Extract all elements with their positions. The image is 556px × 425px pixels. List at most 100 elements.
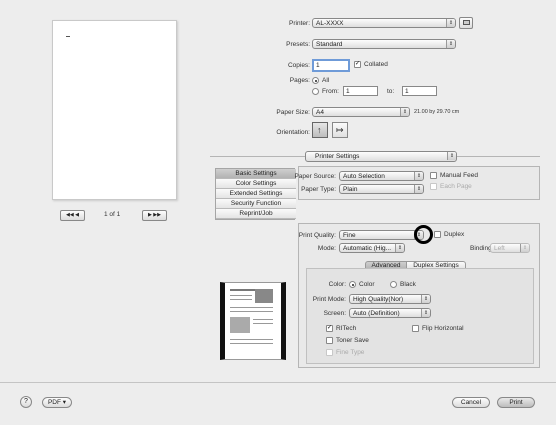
help-icon: ? xyxy=(24,398,28,405)
landscape-icon: ↦ xyxy=(336,125,344,135)
duplex-label: Duplex xyxy=(444,231,465,238)
pages-all-label: All xyxy=(322,77,330,84)
toner-save-checkbox[interactable] xyxy=(326,337,333,344)
popup-arrow-icon: ⇕ xyxy=(414,185,423,193)
copies-label: Copies: xyxy=(287,62,310,69)
orientation-label: Orientation: xyxy=(276,129,310,136)
fine-type-checkbox[interactable] xyxy=(326,349,333,356)
preview-next-button[interactable]: ▶ ▶▶ xyxy=(142,210,167,221)
print-quality-label: Print Quality: xyxy=(298,232,336,239)
flip-horizontal-label: Flip Horizontal xyxy=(422,325,464,332)
print-mode-label: Print Mode: xyxy=(312,296,346,303)
manual-feed-checkbox[interactable] xyxy=(430,172,437,179)
section-popup[interactable]: Printer Settings ⇕ xyxy=(305,151,457,162)
paper-source-popup[interactable]: Auto Selection ⇕ xyxy=(339,171,424,181)
printer-value: AL-XXXX xyxy=(316,20,344,27)
pages-from-radio[interactable] xyxy=(312,88,319,95)
side-tab-basic-settings[interactable]: Basic Settings xyxy=(216,169,296,179)
flip-horizontal-checkbox[interactable] xyxy=(412,325,419,332)
screen-value: Auto (Definition) xyxy=(353,310,400,317)
copies-field[interactable]: 1 xyxy=(312,59,350,72)
toner-save-label: Toner Save xyxy=(336,337,369,344)
thumb-line xyxy=(230,343,273,344)
paper-size-value: A4 xyxy=(316,109,324,116)
each-page-checkbox[interactable] xyxy=(430,183,437,190)
print-mode-popup[interactable]: High Quality(Nor) ⇕ xyxy=(349,294,431,304)
paper-source-label: Paper Source: xyxy=(294,173,336,180)
paper-size-label: Paper Size: xyxy=(276,109,310,116)
paper-dimensions: 21.00 by 29.70 cm xyxy=(414,109,460,115)
side-tab-extended-settings[interactable]: Extended Settings xyxy=(216,189,296,199)
popup-arrow-icon: ⇕ xyxy=(421,295,430,303)
each-page-label: Each Page xyxy=(440,183,472,190)
duplex-checkbox[interactable] xyxy=(434,231,441,238)
popup-arrow-icon: ⇕ xyxy=(447,152,456,160)
cancel-button[interactable]: Cancel xyxy=(452,397,490,408)
rittech-label: RITech xyxy=(336,325,357,332)
color-radio[interactable] xyxy=(349,281,356,288)
popup-arrow-icon: ⇕ xyxy=(414,172,423,180)
presets-label: Presets: xyxy=(286,41,310,48)
thumb-line xyxy=(230,295,252,296)
side-tab-reprint-job[interactable]: Reprint/Job xyxy=(216,209,296,219)
paper-source-value: Auto Selection xyxy=(343,173,385,180)
thumb-image xyxy=(230,317,250,333)
paper-type-popup[interactable]: Plain ⇕ xyxy=(339,184,424,194)
color-option-label: Color xyxy=(359,281,375,288)
rittech-checkbox[interactable]: ✓ xyxy=(326,325,333,332)
collated-label: Collated xyxy=(364,61,388,68)
pages-all-radio[interactable] xyxy=(312,77,319,84)
print-button[interactable]: Print xyxy=(497,397,535,408)
preview-page-label: 1 of 1 xyxy=(104,211,121,218)
popup-arrow-icon: ⇕ xyxy=(520,244,529,252)
thumb-line xyxy=(230,311,273,312)
printer-icon xyxy=(463,20,470,25)
thumb-line xyxy=(230,307,273,308)
presets-popup[interactable]: Standard ⇕ xyxy=(312,39,456,49)
screen-popup[interactable]: Auto (Definition) ⇕ xyxy=(349,308,431,318)
pages-from-field[interactable]: 1 xyxy=(343,86,378,96)
paper-size-popup[interactable]: A4 ⇕ xyxy=(312,107,410,117)
side-tab-security-function[interactable]: Security Function xyxy=(216,199,296,209)
thumb-line xyxy=(253,319,273,320)
printer-label: Printer: xyxy=(289,20,310,27)
paper-type-label: Paper Type: xyxy=(301,186,336,193)
thumb-image xyxy=(255,289,273,303)
black-radio[interactable] xyxy=(390,281,397,288)
portrait-icon: ↑ xyxy=(317,125,322,135)
printer-queue-button[interactable] xyxy=(459,17,473,29)
pages-from-label: From: xyxy=(322,88,339,95)
print-mode-value: High Quality(Nor) xyxy=(353,296,404,303)
preview-prev-button[interactable]: ◀◀ ◀ xyxy=(60,210,85,221)
highlight-circle xyxy=(414,225,433,244)
collated-checkbox[interactable]: ✓ xyxy=(354,61,361,68)
thumb-line xyxy=(230,339,273,340)
side-tab-list: Basic Settings Color Settings Extended S… xyxy=(215,168,296,220)
preview-mark xyxy=(66,36,70,37)
popup-arrow-icon: ⇕ xyxy=(446,40,455,48)
thumb-line xyxy=(253,323,273,324)
thumb-line xyxy=(230,299,252,300)
page-preview xyxy=(52,20,177,200)
print-quality-popup[interactable]: Fine ⇕ xyxy=(339,230,424,240)
pdf-menu-button[interactable]: PDF ▾ xyxy=(42,397,72,408)
presets-value: Standard xyxy=(316,41,343,48)
pages-to-label: to: xyxy=(387,88,395,95)
mode-label: Mode: xyxy=(317,245,336,252)
mode-value: Automatic (Hig... xyxy=(343,245,392,252)
black-option-label: Black xyxy=(400,281,416,288)
popup-arrow-icon: ⇕ xyxy=(421,309,430,317)
printer-popup[interactable]: AL-XXXX ⇕ xyxy=(312,18,456,28)
pages-to-field[interactable]: 1 xyxy=(402,86,437,96)
thumb-line xyxy=(230,289,256,291)
pages-label: Pages: xyxy=(289,77,310,84)
help-button[interactable]: ? xyxy=(20,396,32,408)
popup-arrow-icon: ⇕ xyxy=(400,108,409,116)
screen-label: Screen: xyxy=(323,310,346,317)
binding-popup[interactable]: Left ⇕ xyxy=(490,243,530,253)
popup-arrow-icon: ⇕ xyxy=(395,244,404,252)
orientation-portrait-button[interactable]: ↑ xyxy=(312,122,328,138)
side-tab-color-settings[interactable]: Color Settings xyxy=(216,179,296,189)
mode-popup[interactable]: Automatic (Hig... ⇕ xyxy=(339,243,405,253)
orientation-landscape-button[interactable]: ↦ xyxy=(332,122,348,138)
